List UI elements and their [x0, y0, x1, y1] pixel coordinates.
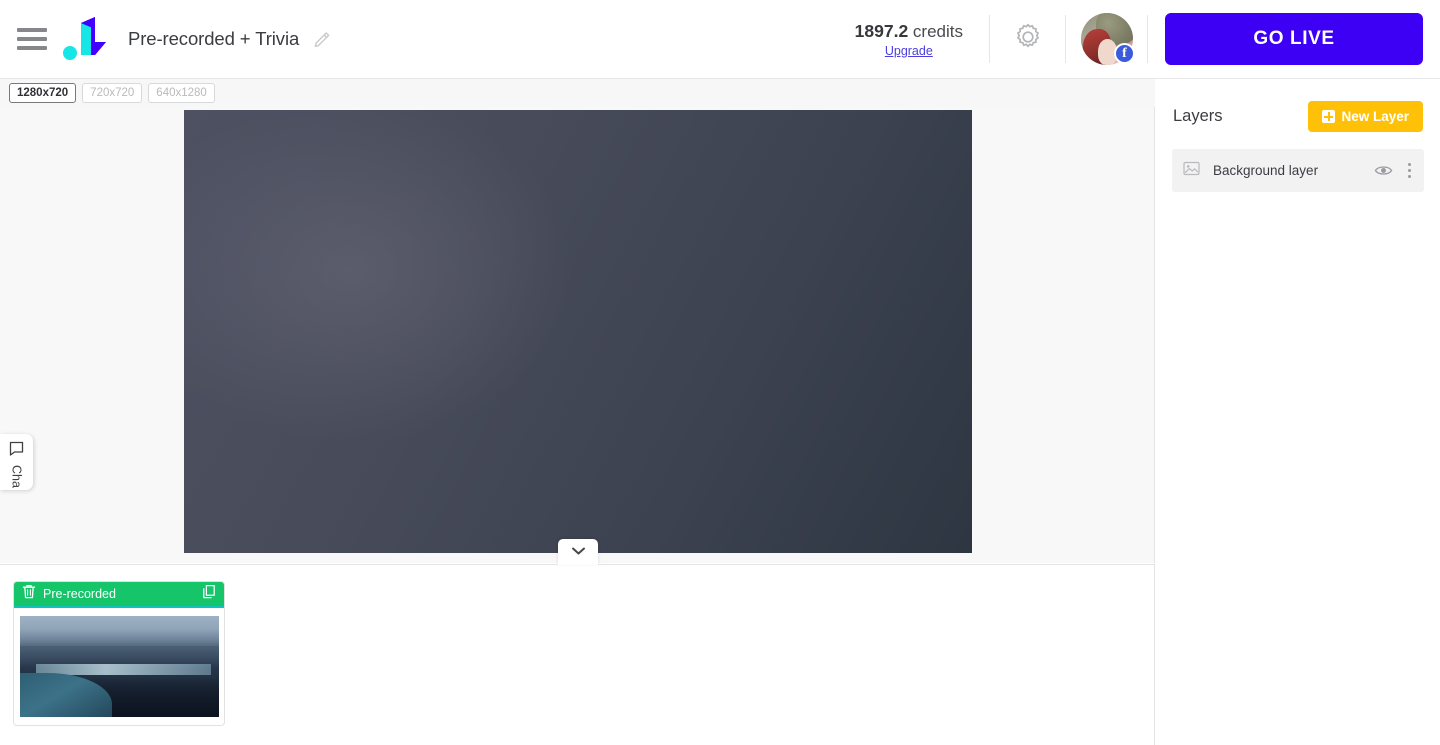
credits-value: 1897.2 [854, 20, 909, 41]
image-icon [1183, 161, 1200, 181]
resolution-option-1280x720[interactable]: 1280x720 [9, 82, 77, 104]
clip-title: Pre-recorded [43, 587, 116, 601]
chat-tab-label: Cha [9, 465, 24, 488]
resolution-option-720x720[interactable]: 720x720 [82, 82, 143, 104]
new-layer-label: New Layer [1341, 109, 1409, 124]
clip-thumbnail [20, 616, 219, 717]
chevron-down-icon [571, 543, 586, 561]
more-vertical-icon[interactable] [1406, 161, 1413, 180]
stage-area [0, 107, 1155, 563]
chat-bubble-icon [8, 440, 25, 462]
layers-title: Layers [1173, 107, 1223, 125]
trash-icon[interactable] [22, 584, 36, 604]
account-avatar-cell[interactable]: f [1066, 13, 1148, 65]
layers-header: Layers New Layer [1156, 79, 1440, 132]
layer-row-background[interactable]: Background layer [1172, 149, 1424, 192]
upgrade-link[interactable]: Upgrade [885, 44, 933, 58]
facebook-badge-icon: f [1114, 43, 1135, 64]
credits-box: 1897.2 credits Upgrade [835, 15, 990, 63]
hamburger-icon[interactable] [17, 28, 47, 50]
credits-label: credits [912, 21, 963, 41]
thumbnail-mountains [20, 646, 219, 667]
app-root: Pre-recorded + Trivia 1897.2 credits Upg… [0, 0, 1440, 745]
plus-square-icon [1322, 110, 1336, 123]
chat-panel-tab[interactable]: Cha [0, 434, 33, 490]
new-layer-button[interactable]: New Layer [1308, 101, 1423, 132]
settings-button[interactable] [990, 15, 1066, 63]
credits-amount: 1897.2 credits [855, 21, 963, 42]
resolution-toolbar: 1280x720 720x720 640x1280 [0, 79, 1155, 107]
app-logo[interactable] [61, 15, 116, 63]
layers-panel: Layers New Layer Background layer [1156, 79, 1440, 745]
project-title-text: Pre-recorded + Trivia [128, 28, 300, 49]
go-live-button[interactable]: GO LIVE [1165, 13, 1423, 65]
timeline-clip-card[interactable]: Pre-recorded [13, 581, 225, 726]
resolution-option-640x1280[interactable]: 640x1280 [148, 82, 215, 104]
layer-name: Background layer [1213, 163, 1319, 178]
copy-icon[interactable] [202, 584, 216, 604]
gear-icon [1013, 22, 1043, 57]
pencil-icon[interactable] [313, 30, 331, 48]
top-header: Pre-recorded + Trivia 1897.2 credits Upg… [0, 0, 1440, 79]
header-right-cluster: 1897.2 credits Upgrade f GO LIVE [835, 0, 1440, 79]
timeline-panel: Pre-recorded [0, 564, 1155, 745]
page-title: Pre-recorded + Trivia [128, 28, 331, 50]
eye-icon[interactable] [1374, 164, 1393, 177]
preview-canvas[interactable] [184, 110, 972, 553]
clip-card-header: Pre-recorded [14, 582, 224, 608]
collapse-stage-button[interactable] [558, 539, 598, 565]
